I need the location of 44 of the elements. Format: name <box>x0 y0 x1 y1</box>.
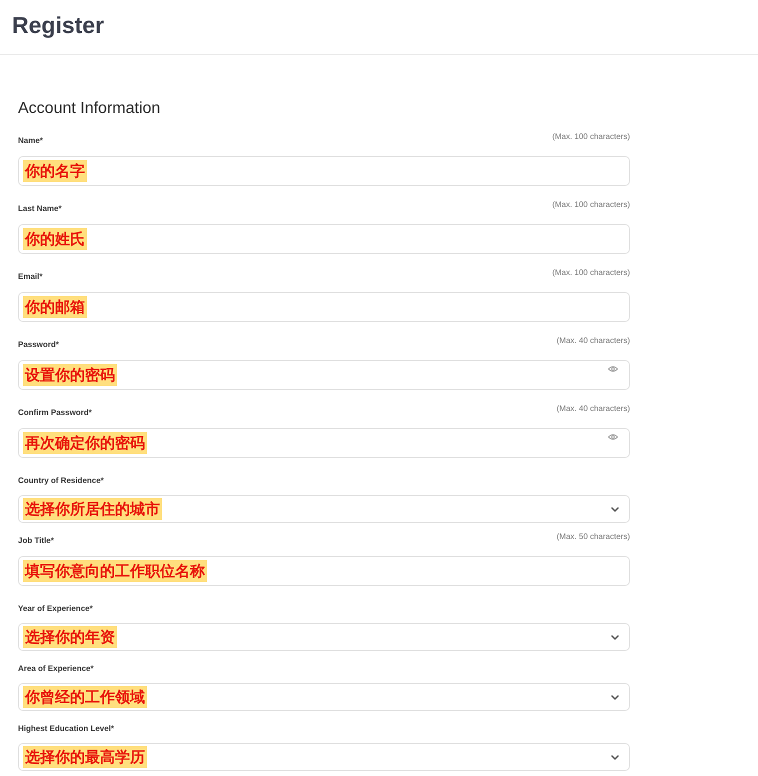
chevron-down-icon[interactable] <box>611 694 619 700</box>
field-value: 你的邮箱 <box>23 296 87 318</box>
eye-icon[interactable] <box>608 366 618 372</box>
character-limit-hint: (Max. 100 characters) <box>552 268 630 278</box>
dropdown-field[interactable]: 选择你的年资 <box>18 623 630 651</box>
field-value: 你的名字 <box>23 160 87 182</box>
field-value: 你的姓氏 <box>23 228 87 250</box>
field-label: Area of Experience* <box>18 663 94 674</box>
chevron-down-icon[interactable] <box>611 506 619 512</box>
character-limit-hint: (Max. 40 characters) <box>556 404 630 414</box>
dropdown-field[interactable]: 选择你的最高学历 <box>18 743 630 771</box>
chevron-down-icon[interactable] <box>611 634 619 640</box>
character-limit-hint: (Max. 100 characters) <box>552 132 630 142</box>
text-field[interactable]: 填写你意向的工作职位名称 <box>18 556 630 586</box>
field-label: Password* <box>18 339 59 350</box>
dropdown-field[interactable]: 你曾经的工作领域 <box>18 683 630 711</box>
field-value: 设置你的密码 <box>23 364 117 386</box>
field-label: Last Name* <box>18 203 62 214</box>
field-value: 再次确定你的密码 <box>23 432 147 454</box>
text-field[interactable]: 你的名字 <box>18 156 630 186</box>
character-limit-hint: (Max. 100 characters) <box>552 200 630 210</box>
character-limit-hint: (Max. 50 characters) <box>556 532 630 542</box>
eye-icon[interactable] <box>608 434 618 440</box>
page-title: Register <box>12 11 104 40</box>
password-field[interactable]: 设置你的密码 <box>18 360 630 390</box>
field-value: 选择你的年资 <box>23 626 117 648</box>
field-label: Confirm Password* <box>18 407 92 418</box>
dropdown-field[interactable]: 选择你所居住的城市 <box>18 495 630 523</box>
text-field[interactable]: 你的姓氏 <box>18 224 630 254</box>
chevron-down-icon[interactable] <box>611 754 619 760</box>
field-value: 选择你的最高学历 <box>23 746 147 768</box>
field-label: Country of Residence* <box>18 475 104 486</box>
section-title: Account Information <box>18 99 162 119</box>
field-label: Name* <box>18 135 43 146</box>
field-value: 选择你所居住的城市 <box>23 498 162 520</box>
text-field[interactable]: 你的邮箱 <box>18 292 630 322</box>
character-limit-hint: (Max. 40 characters) <box>556 336 630 346</box>
field-value: 你曾经的工作领域 <box>23 686 147 708</box>
field-label: Highest Education Level* <box>18 723 114 734</box>
field-label: Year of Experience* <box>18 603 93 614</box>
field-label: Email* <box>18 271 42 282</box>
field-label: Job Title* <box>18 535 54 546</box>
password-field[interactable]: 再次确定你的密码 <box>18 428 630 458</box>
field-value: 填写你意向的工作职位名称 <box>23 560 207 582</box>
